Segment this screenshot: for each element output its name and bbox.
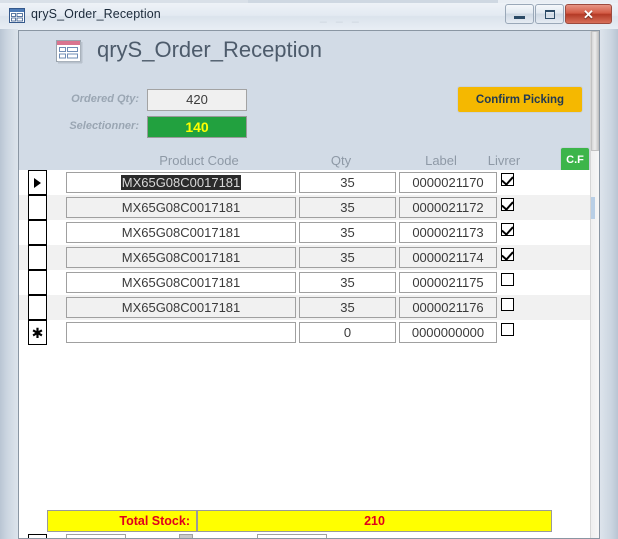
form-footer: Total Stock: 210 xyxy=(19,500,599,538)
record-selector[interactable] xyxy=(28,295,47,320)
clipped-navigation-row xyxy=(19,534,599,538)
table-row[interactable]: MX65G08C0017181 35 0000021170 xyxy=(19,170,599,195)
record-selector[interactable] xyxy=(28,220,47,245)
minimize-icon xyxy=(514,15,525,19)
window-controls: ✕ xyxy=(504,4,612,24)
background-window-title-ghost: _ _ _ xyxy=(320,9,362,23)
total-stock-label: Total Stock: xyxy=(47,510,197,532)
cell-livrer-checkbox[interactable] xyxy=(501,198,514,211)
cell-qty[interactable]: 35 xyxy=(299,197,396,218)
cell-label[interactable]: 0000021176 xyxy=(399,297,497,318)
form-title-icon xyxy=(55,39,83,65)
table-row[interactable]: MX65G08C0017181 35 0000021175 xyxy=(19,270,599,295)
column-header-livrer: Livrer xyxy=(487,153,521,168)
record-selector-current[interactable] xyxy=(28,170,47,195)
restore-button[interactable] xyxy=(535,4,564,24)
selected-text: MX65G08C0017181 xyxy=(120,175,242,190)
window-right-border xyxy=(600,29,618,539)
scrollbar-marker xyxy=(591,197,595,219)
cell-product-code[interactable]: MX65G08C0017181 xyxy=(66,247,296,268)
confirm-picking-button[interactable]: Confirm Picking xyxy=(457,86,583,113)
table-row[interactable]: MX65G08C0017181 35 0000021173 xyxy=(19,220,599,245)
cell-label[interactable]: 0000021170 xyxy=(399,172,497,193)
form-client-area: qryS_Order_Reception Ordered Qty: 420 Se… xyxy=(18,30,600,539)
table-row[interactable]: ✱ 0 0000000000 xyxy=(19,320,599,345)
restore-icon xyxy=(544,9,555,19)
cell-qty[interactable]: 35 xyxy=(299,247,396,268)
new-record-asterisk-icon: ✱ xyxy=(31,324,44,341)
form-title: qryS_Order_Reception xyxy=(97,37,323,62)
records-detail-section: MX65G08C0017181 35 0000021170 MX65G08C00171… xyxy=(19,170,599,500)
cell-livrer-checkbox[interactable] xyxy=(501,248,514,261)
title-bar[interactable]: qryS_Order_Reception _ _ _ ✕ xyxy=(0,3,618,29)
cell-livrer-checkbox[interactable] xyxy=(501,323,514,336)
clipped-record-selector xyxy=(28,534,47,538)
vertical-scrollbar-thumb[interactable] xyxy=(591,31,599,151)
application-window: qryS_Order_Reception _ _ _ ✕ qryS_Order_… xyxy=(0,0,618,539)
selectionner-label: Selectionner: xyxy=(69,120,139,132)
cell-product-code[interactable]: MX65G08C0017181 xyxy=(66,272,296,293)
vertical-scrollbar[interactable] xyxy=(590,31,599,538)
access-form-icon xyxy=(9,8,25,23)
table-row[interactable]: MX65G08C0017181 35 0000021172 xyxy=(19,195,599,220)
ordered-qty-label: Ordered Qty: xyxy=(71,93,139,105)
close-button[interactable]: ✕ xyxy=(565,4,612,24)
clipped-field-3 xyxy=(257,534,327,538)
cell-qty[interactable]: 35 xyxy=(299,222,396,243)
cell-label[interactable]: 0000021175 xyxy=(399,272,497,293)
record-selector[interactable] xyxy=(28,270,47,295)
close-icon: ✕ xyxy=(583,6,594,22)
current-record-triangle-icon xyxy=(34,177,41,188)
cell-product-code[interactable]: MX65G08C0017181 xyxy=(66,172,296,193)
table-row[interactable]: MX65G08C0017181 35 0000021174 xyxy=(19,245,599,270)
cell-product-code[interactable]: MX65G08C0017181 xyxy=(66,297,296,318)
cell-qty[interactable]: 35 xyxy=(299,172,396,193)
cell-product-code[interactable] xyxy=(66,322,296,343)
cell-label[interactable]: 0000000000 xyxy=(399,322,497,343)
total-stock-value: 210 xyxy=(197,510,552,532)
cell-qty[interactable]: 0 xyxy=(299,322,396,343)
window-left-border xyxy=(0,29,18,539)
clipped-field-2 xyxy=(179,534,193,538)
record-selector[interactable] xyxy=(28,245,47,270)
window-title: qryS_Order_Reception xyxy=(31,7,161,21)
cell-product-code[interactable]: MX65G08C0017181 xyxy=(66,222,296,243)
cell-qty[interactable]: 35 xyxy=(299,297,396,318)
cell-livrer-checkbox[interactable] xyxy=(501,298,514,311)
cell-livrer-checkbox[interactable] xyxy=(501,173,514,186)
table-row[interactable]: MX65G08C0017181 35 0000021176 xyxy=(19,295,599,320)
column-header-product-code: Product Code xyxy=(159,153,239,168)
cell-qty[interactable]: 35 xyxy=(299,272,396,293)
record-selector[interactable] xyxy=(28,195,47,220)
record-selector-new[interactable]: ✱ xyxy=(28,320,47,345)
cell-livrer-checkbox[interactable] xyxy=(501,223,514,236)
ordered-qty-field[interactable]: 420 xyxy=(147,89,247,111)
cell-product-code[interactable]: MX65G08C0017181 xyxy=(66,197,296,218)
selectionner-field[interactable]: 140 xyxy=(147,116,247,138)
form-header: qryS_Order_Reception Ordered Qty: 420 Se… xyxy=(19,31,599,173)
cell-label[interactable]: 0000021173 xyxy=(399,222,497,243)
clipped-field-1 xyxy=(66,534,126,538)
cell-label[interactable]: 0000021174 xyxy=(399,247,497,268)
column-header-qty: Qty xyxy=(330,153,352,168)
minimize-button[interactable] xyxy=(505,4,534,24)
cell-label[interactable]: 0000021172 xyxy=(399,197,497,218)
cell-livrer-checkbox[interactable] xyxy=(501,273,514,286)
